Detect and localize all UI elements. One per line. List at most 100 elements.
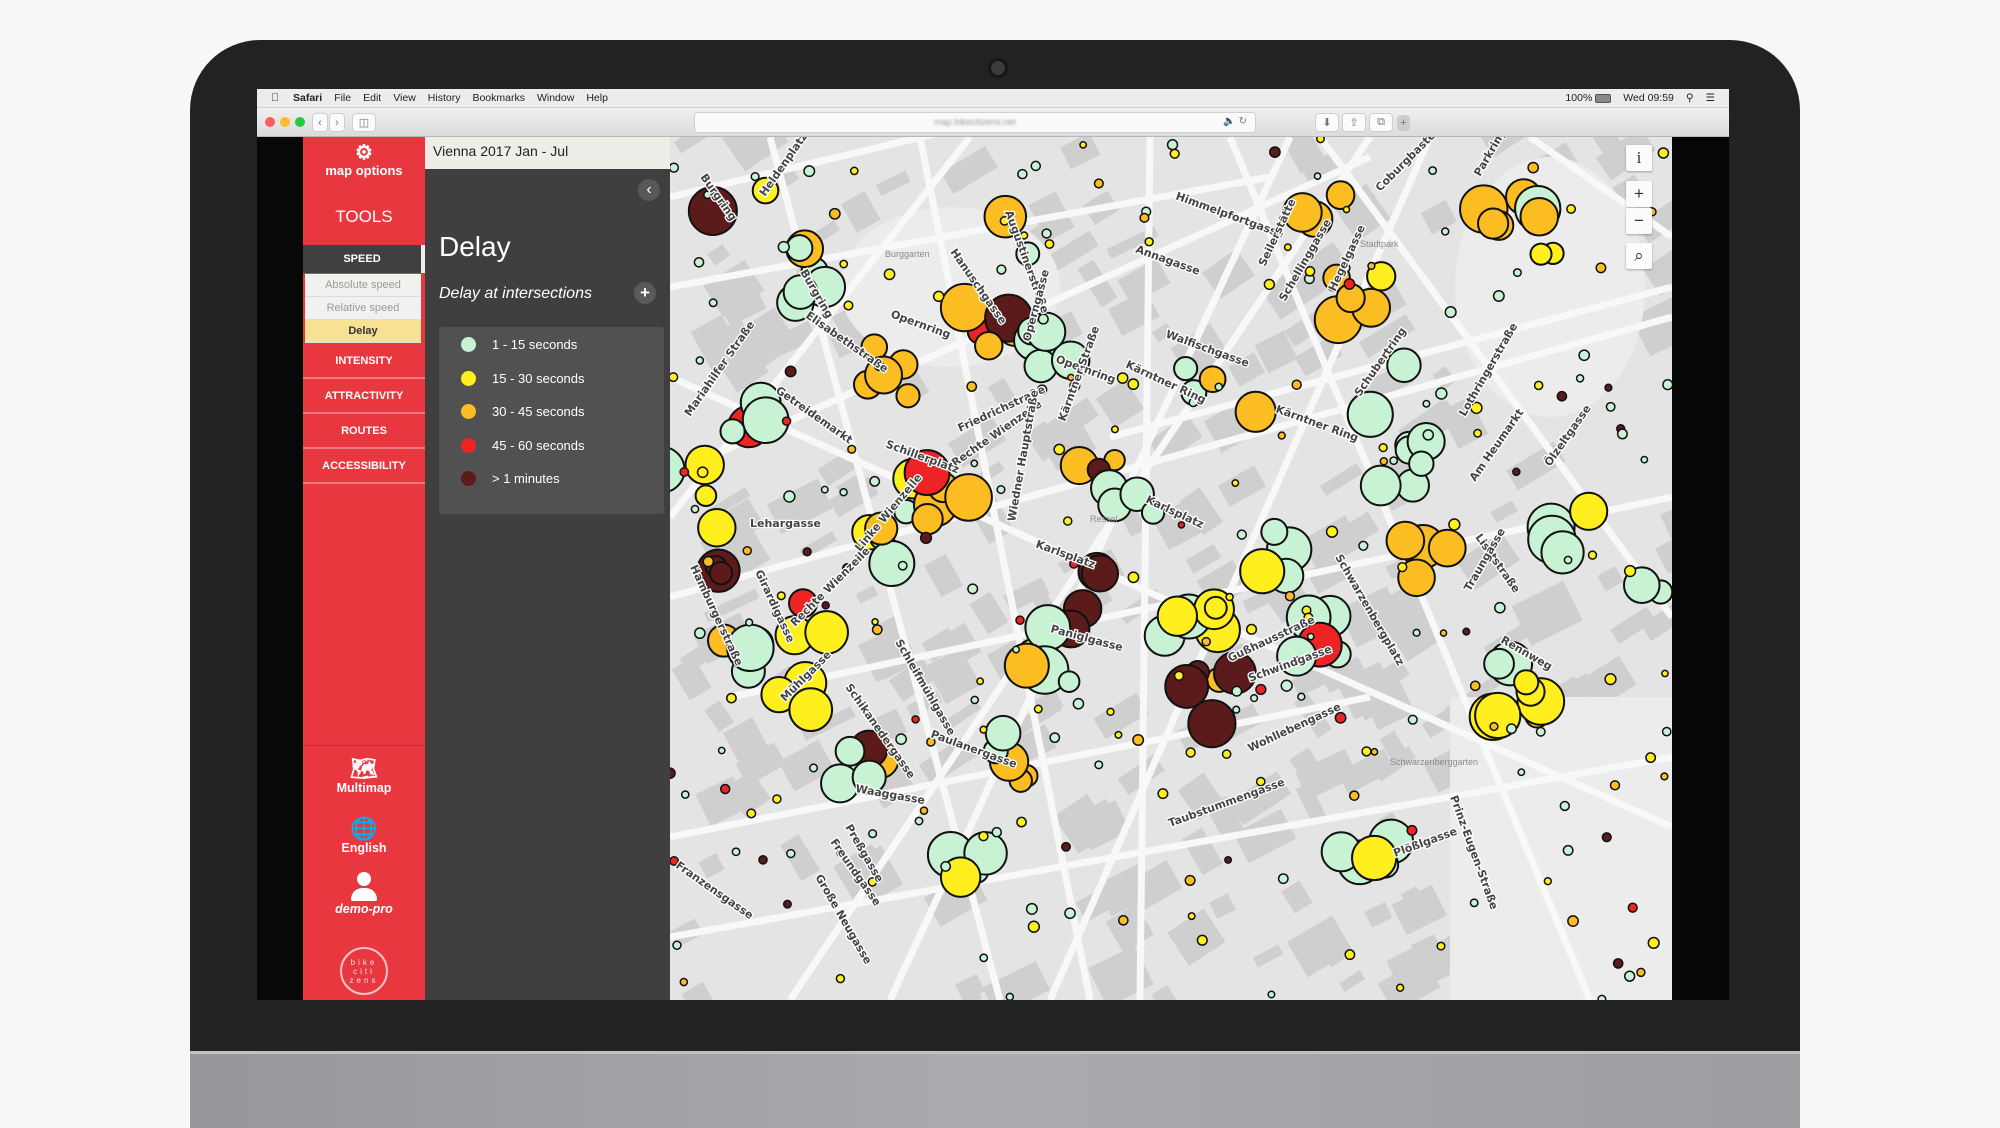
page-margin-left [257,137,303,1000]
speed-tab[interactable]: SPEED [303,245,425,273]
close-window-button[interactable] [265,117,275,127]
url-text: map.bikecitizens.net [934,117,1016,127]
tabs-overview-button[interactable]: ⧉ [1369,113,1393,132]
delay-marker-small [708,298,718,308]
map-icon: 🗺 [350,756,378,781]
delay-marker-small [1060,841,1071,852]
sidebar-toggle-button[interactable]: ◫ [352,113,376,132]
delay-marker-small [1662,379,1672,391]
delay-marker-small [1543,876,1553,886]
clock[interactable]: Wed 09:59 [1623,92,1674,104]
delay-option[interactable]: Delay [305,320,421,343]
delay-marker-small [679,977,689,987]
delay-marker-small [1512,467,1521,477]
menu-edit[interactable]: Edit [363,92,381,104]
delay-marker-small [1201,636,1212,647]
forward-button[interactable]: › [329,113,345,132]
delay-legend: 1 - 15 seconds 15 - 30 seconds 30 - 45 sec… [439,327,664,514]
info-button[interactable]: i [1626,145,1652,171]
delay-marker-small [1661,726,1672,737]
delay-marker-small [717,746,726,755]
relative-speed-option[interactable]: Relative speed [305,297,421,320]
map-canvas[interactable]: Burggarten Stadtpark Schwarzenberggarten Re… [670,137,1672,1000]
delay-marker-small [970,459,979,468]
delay-marker-small [1348,790,1360,801]
delay-marker-small [1535,726,1546,737]
zoom-out-button[interactable]: − [1626,208,1652,234]
delay-marker-small [1647,936,1660,950]
menu-history[interactable]: History [428,92,461,104]
attractivity-tab[interactable]: ATTRACTIVITY [303,379,425,414]
menu-file[interactable]: File [334,92,351,104]
new-tab-button[interactable]: + [1397,115,1410,131]
delay-marker-small [808,763,819,773]
menu-view[interactable]: View [393,92,416,104]
delay-marker [984,714,1022,752]
delay-marker-small [828,207,841,220]
notification-center-icon[interactable]: ☰ [1706,92,1715,104]
logo-line: bike [350,957,378,967]
intensity-tab[interactable]: INTENSITY [303,344,425,379]
delay-marker [911,502,944,536]
delay-marker [895,383,921,409]
delay-marker-small [1093,178,1104,189]
delay-marker-small [1139,212,1150,223]
routes-tab[interactable]: ROUTES [303,414,425,449]
minimize-window-button[interactable] [280,117,290,127]
user-account-button[interactable]: demo-pro [303,872,425,916]
zoom-in-button[interactable]: + [1626,181,1652,207]
delay-marker-small [1221,749,1232,759]
delay-marker-small [1284,590,1296,602]
share-button[interactable]: ⇧ [1342,113,1366,132]
downloads-button[interactable]: ⬇ [1315,113,1339,132]
menu-bookmarks[interactable]: Bookmarks [472,92,525,104]
delay-marker [1057,670,1081,693]
search-icon: ⌕ [1634,246,1644,265]
delay-marker-small [1595,262,1607,274]
audio-icon[interactable]: 🔈 [1223,116,1235,127]
map-search-button[interactable]: ⌕ [1626,243,1652,269]
panel-subtitle: Delay at intersections [439,285,592,302]
delay-marker [804,610,849,655]
delay-marker [708,561,734,586]
page-margin-right [1672,137,1729,1000]
delay-marker [1156,595,1199,637]
delay-marker-small [1116,372,1129,384]
mac-menubar:  Safari File Edit View History Bookmark… [257,89,1729,108]
accessibility-tab[interactable]: ACCESSIBILITY [303,449,425,484]
delay-marker-small [1033,704,1043,714]
menu-help[interactable]: Help [586,92,608,104]
bikecitizens-logo[interactable]: bike citi zens [340,947,388,995]
reload-icon[interactable]: ↻ [1239,116,1247,127]
delay-marker-small [849,166,859,176]
delay-marker-small [839,487,848,497]
expand-info-button[interactable]: + [634,282,656,304]
language-button[interactable]: 🌐 English [303,817,425,856]
delay-marker-small [1079,140,1088,149]
spotlight-icon[interactable]: ⚲ [1686,92,1694,104]
apple-icon[interactable]:  [271,92,283,104]
zoom-window-button[interactable] [295,117,305,127]
map-options-button[interactable]: ⚙ map options [303,143,425,178]
delay-marker-small [1435,387,1448,400]
battery-status[interactable]: 100% [1565,92,1612,104]
address-bar[interactable]: map.bikecitizens.net 🔈 ↻ [694,112,1256,133]
delay-marker-small [1114,730,1123,739]
multimap-button[interactable]: 🗺 Multimap [303,756,425,796]
delay-marker [1359,464,1402,507]
menu-window[interactable]: Window [537,92,574,104]
menu-app[interactable]: Safari [293,92,322,104]
legend-item: 15 - 30 seconds [461,370,585,386]
absolute-speed-option[interactable]: Absolute speed [305,274,421,297]
delay-marker [1513,669,1540,696]
collapse-panel-button[interactable]: ‹ [638,179,660,201]
delay-marker-small [1489,721,1499,732]
delay-marker-small [1187,912,1196,921]
delay-marker-small [1277,873,1289,885]
back-button[interactable]: ‹ [312,113,328,132]
delay-marker-small [1127,571,1140,584]
delay-marker-small [745,618,754,627]
delay-marker-small [1469,680,1481,692]
delay-marker-small [1439,629,1448,637]
delay-marker-small [996,264,1007,275]
